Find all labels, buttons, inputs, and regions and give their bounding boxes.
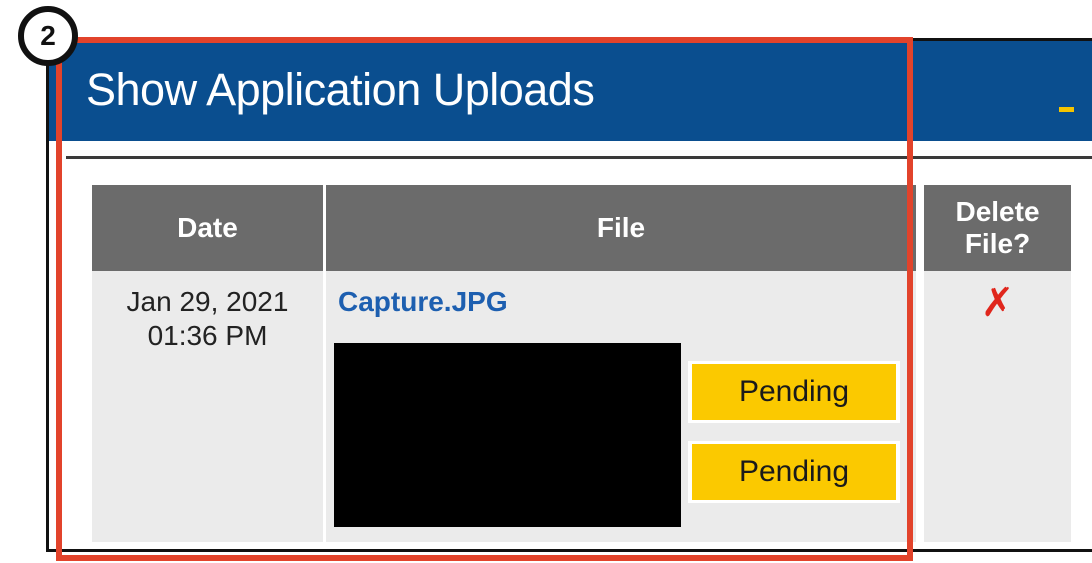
delete-icon[interactable]: ✗ xyxy=(924,283,1071,323)
upload-time: 01:36 PM xyxy=(147,320,268,351)
column-header-delete-line1: Delete xyxy=(955,196,1040,227)
upload-date: Jan 29, 2021 01:36 PM xyxy=(92,285,323,353)
file-link[interactable]: Capture.JPG xyxy=(338,285,508,319)
panel-title: Show Application Uploads xyxy=(86,64,595,115)
header-divider xyxy=(49,141,1092,144)
column-header-date: Date xyxy=(92,185,323,271)
table-cell-file: Capture.JPG Pending Pending xyxy=(326,271,916,542)
status-badge-pending-1: Pending xyxy=(692,364,896,420)
table-cell-date: Jan 29, 2021 01:36 PM xyxy=(92,271,323,542)
column-header-file: File xyxy=(326,185,916,271)
status-block: Pending xyxy=(688,441,900,503)
table-cell-delete: ✗ xyxy=(924,271,1071,542)
uploads-table: Date File Delete File? Jan 29, 2021 01:3… xyxy=(92,185,1092,542)
step-badge: 2 xyxy=(18,6,78,66)
upload-date-line1: Jan 29, 2021 xyxy=(126,286,289,317)
column-header-delete-line2: File? xyxy=(964,228,1031,259)
minus-icon xyxy=(1058,107,1074,112)
status-badge-pending-2: Pending xyxy=(692,444,896,500)
status-block: Pending xyxy=(688,361,900,423)
collapse-button[interactable] xyxy=(1056,98,1076,112)
redacted-area xyxy=(334,343,681,527)
column-header-delete: Delete File? xyxy=(924,185,1071,271)
content-divider xyxy=(66,156,1092,159)
